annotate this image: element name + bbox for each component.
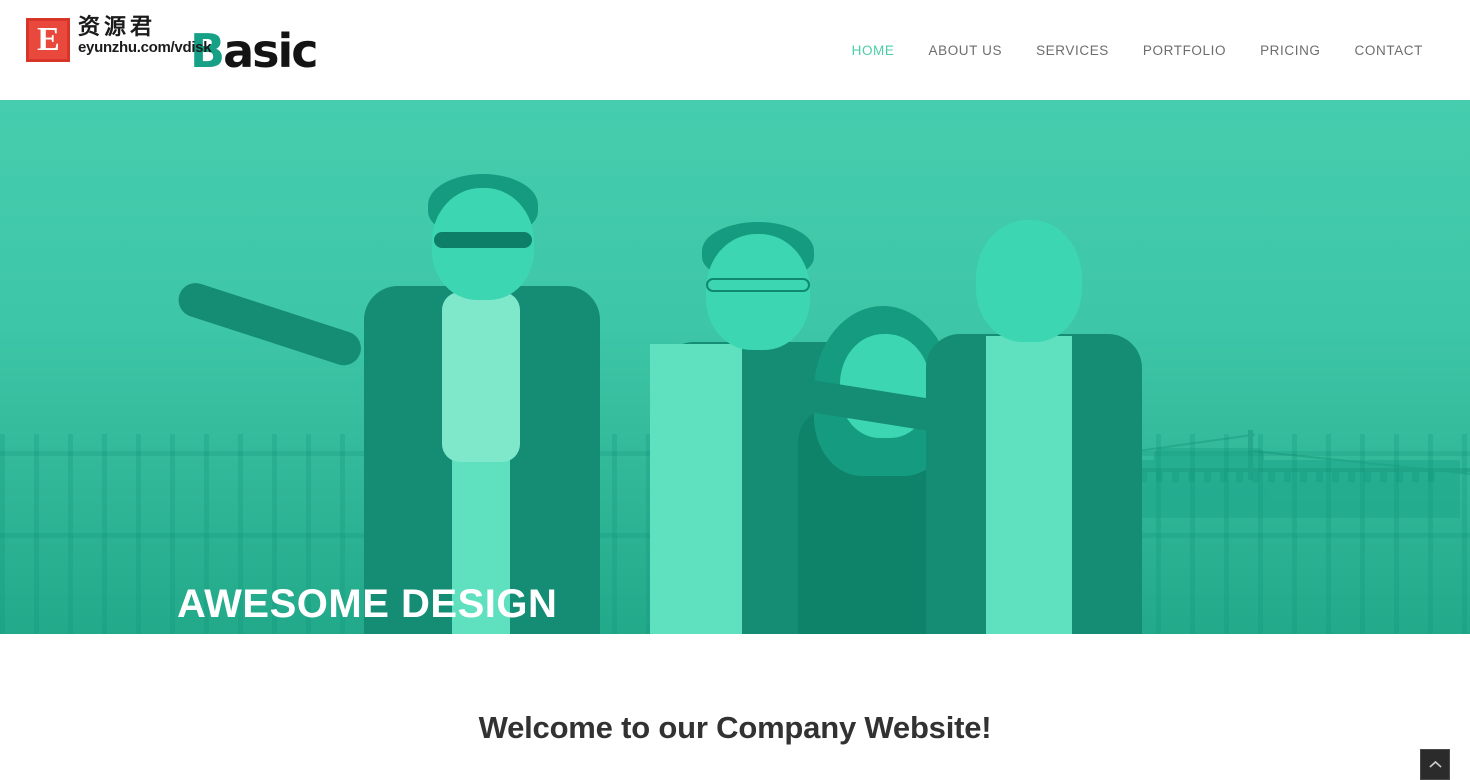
person-1: [174, 174, 630, 634]
people-group-graphic: [0, 100, 1470, 634]
nav-item-pricing[interactable]: PRICING: [1243, 37, 1337, 64]
hero-title: AWESOME DESIGN: [177, 582, 558, 626]
hero-background-image: [0, 100, 1470, 634]
hero-banner: AWESOME DESIGN Doloribus omnis minus tem…: [0, 100, 1470, 634]
nav-item-contact[interactable]: CONTACT: [1338, 37, 1440, 64]
nav-item-portfolio[interactable]: PORTFOLIO: [1126, 37, 1243, 64]
welcome-section: Welcome to our Company Website! Lorem ip…: [0, 634, 1470, 780]
back-to-top-button[interactable]: [1420, 749, 1450, 780]
nav-item-home[interactable]: HOME: [835, 37, 912, 64]
site-logo[interactable]: Basic: [190, 28, 319, 74]
logo-first-letter: B: [190, 24, 225, 78]
chevron-up-icon: [1428, 760, 1442, 769]
logo-rest: asic: [223, 24, 318, 78]
nav-item-services[interactable]: SERVICES: [1019, 37, 1126, 64]
nav-item-about-us[interactable]: ABOUT US: [912, 37, 1020, 64]
main-navigation: HOME ABOUT US SERVICES PORTFOLIO PRICING…: [835, 37, 1440, 64]
person-4: [795, 214, 1150, 634]
site-header: Basic HOME ABOUT US SERVICES PORTFOLIO P…: [0, 0, 1470, 100]
hero-copy: AWESOME DESIGN Doloribus omnis minus tem…: [177, 582, 697, 634]
welcome-heading: Welcome to our Company Website!: [478, 710, 992, 745]
